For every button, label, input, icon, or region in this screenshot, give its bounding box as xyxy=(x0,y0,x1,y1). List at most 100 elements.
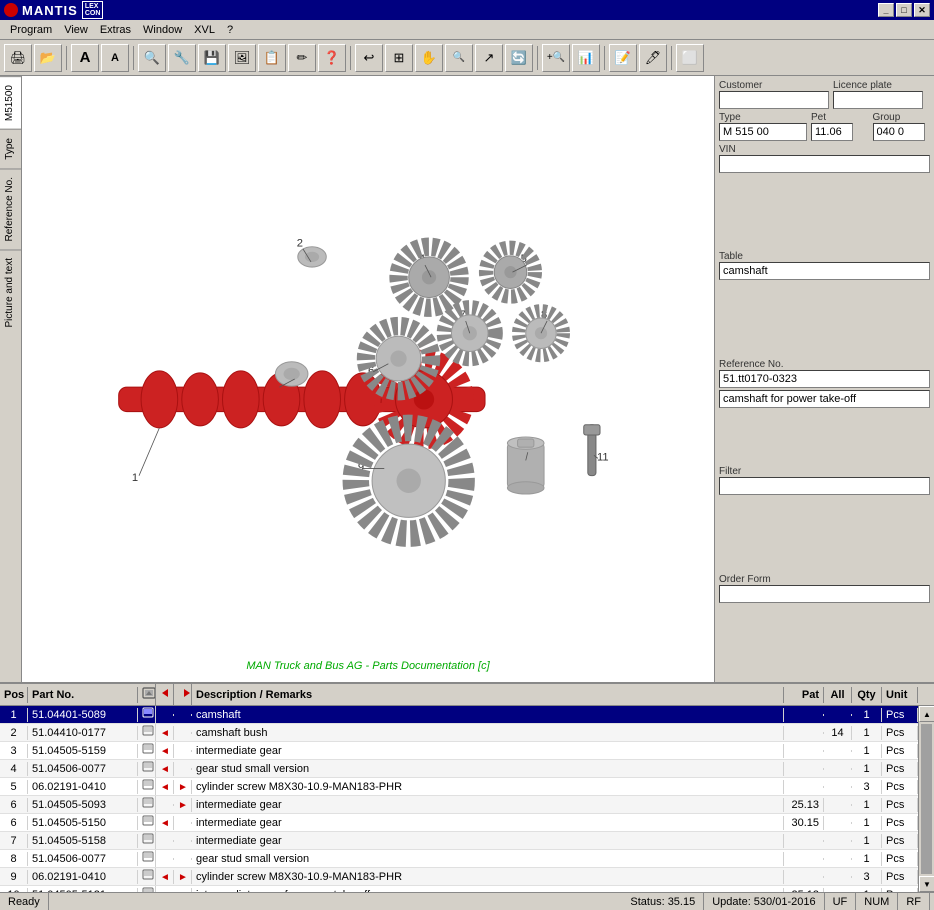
table-row[interactable]: 9 06.02191-0410 ◄ ► cylinder screw M8X30… xyxy=(0,868,918,886)
td-unit: Pcs xyxy=(882,726,918,740)
close-button[interactable]: ✕ xyxy=(914,3,930,17)
toolbar-zoom-in[interactable]: +🔍 xyxy=(542,44,570,72)
toolbar-clipboard[interactable]: 📋 xyxy=(258,44,286,72)
app-title: MANTIS xyxy=(22,3,78,18)
tab-picture-text[interactable]: Picture and text xyxy=(0,249,21,335)
toolbar-sep-1 xyxy=(66,46,67,70)
td-qty: 3 xyxy=(852,870,882,884)
menu-extras[interactable]: Extras xyxy=(94,22,137,38)
td-pat: 30.15 xyxy=(784,816,824,830)
td-desc: intermediate gear xyxy=(192,744,784,758)
toolbar-grid[interactable]: ⊞ xyxy=(385,44,413,72)
toolbar-3d[interactable]: ⬜ xyxy=(676,44,704,72)
td-img1 xyxy=(138,706,156,723)
table-row[interactable]: 10 51.04505-5121 ► intermediate gear for… xyxy=(0,886,918,892)
toolbar-pan[interactable]: ✋ xyxy=(415,44,443,72)
table-input[interactable] xyxy=(719,262,930,280)
minimize-button[interactable]: _ xyxy=(878,3,894,17)
toolbar-help[interactable]: ❓ xyxy=(318,44,346,72)
toolbar-print[interactable]: 🖨 xyxy=(4,44,32,72)
toolbar-search[interactable]: 🔍 xyxy=(138,44,166,72)
toolbar-pen[interactable]: 🖊 xyxy=(639,44,667,72)
td-unit: Pcs xyxy=(882,762,918,776)
td-img2: ◄ xyxy=(156,816,174,830)
table-row[interactable]: 1 51.04401-5089 camshaft 1 Pcs xyxy=(0,706,918,724)
td-qty: 1 xyxy=(852,726,882,740)
orderform-input[interactable] xyxy=(719,585,930,603)
toolbar-zoom-area[interactable]: 🔍 xyxy=(445,44,473,72)
th-img3 xyxy=(174,684,192,705)
toolbar-chart[interactable]: 📊 xyxy=(572,44,600,72)
refno-desc-input[interactable] xyxy=(719,390,930,408)
toolbar-note[interactable]: 📝 xyxy=(609,44,637,72)
toolbar-sep-6 xyxy=(671,46,672,70)
td-all xyxy=(824,786,852,788)
td-img2: ◄ xyxy=(156,762,174,776)
menu-program[interactable]: Program xyxy=(4,22,58,38)
toolbar-open[interactable]: 📂 xyxy=(34,44,62,72)
tab-type[interactable]: Type xyxy=(0,129,21,168)
toolbar-arrow[interactable]: ↗ xyxy=(475,44,503,72)
scroll-thumb[interactable] xyxy=(921,724,932,874)
td-unit: Pcs xyxy=(882,870,918,884)
tab-m51500[interactable]: M51500 xyxy=(0,76,21,129)
toolbar-save[interactable]: 💾 xyxy=(198,44,226,72)
table-group: Table xyxy=(719,251,930,355)
td-pat xyxy=(784,786,824,788)
toolbar-rotate[interactable]: 🔄 xyxy=(505,44,533,72)
table-row[interactable]: 2 51.04410-0177 ◄ camshaft bush 14 1 Pcs xyxy=(0,724,918,742)
toolbar-sep-5 xyxy=(604,46,605,70)
group-input[interactable] xyxy=(873,123,925,141)
type-input[interactable] xyxy=(719,123,807,141)
table-label: Table xyxy=(719,251,930,262)
toolbar-text-small[interactable]: A xyxy=(101,44,129,72)
td-img3 xyxy=(174,768,192,770)
svg-text:1: 1 xyxy=(132,472,138,484)
toolbar-tool[interactable]: 🔧 xyxy=(168,44,196,72)
toolbar-text-large[interactable]: A xyxy=(71,44,99,72)
menu-view[interactable]: View xyxy=(58,22,94,38)
table-row[interactable]: 7 51.04505-5158 intermediate gear 1 Pcs xyxy=(0,832,918,850)
menu-help[interactable]: ? xyxy=(221,22,239,38)
td-desc: gear stud small version xyxy=(192,852,784,866)
maximize-button[interactable]: □ xyxy=(896,3,912,17)
vin-input[interactable] xyxy=(719,155,930,173)
toolbar-image[interactable]: 🖼 xyxy=(228,44,256,72)
scrollbar[interactable]: ▲ ▼ xyxy=(918,706,934,892)
table-body[interactable]: 1 51.04401-5089 camshaft 1 Pcs 2 51.0441… xyxy=(0,706,918,892)
refno-input[interactable] xyxy=(719,370,930,388)
td-unit: Pcs xyxy=(882,798,918,812)
scroll-down-button[interactable]: ▼ xyxy=(919,876,934,892)
td-pat xyxy=(784,732,824,734)
td-pos: 4 xyxy=(0,762,28,776)
licence-label: Licence plate xyxy=(833,80,930,91)
customer-input[interactable] xyxy=(719,91,829,109)
licence-input[interactable] xyxy=(833,91,923,109)
status-info: Status: 35.15 xyxy=(622,893,704,910)
table-row[interactable]: 3 51.04505-5159 ◄ intermediate gear 1 Pc… xyxy=(0,742,918,760)
toolbar-back[interactable]: ↩ xyxy=(355,44,383,72)
th-part: Part No. xyxy=(28,687,138,703)
table-row[interactable]: 5 06.02191-0410 ◄ ► cylinder screw M8X30… xyxy=(0,778,918,796)
tab-reference-no[interactable]: Reference No. xyxy=(0,168,21,249)
td-part: 51.04505-5159 xyxy=(28,744,138,758)
td-all xyxy=(824,858,852,860)
table-row[interactable]: 8 51.04506-0077 gear stud small version … xyxy=(0,850,918,868)
table-row[interactable]: 6 51.04505-5093 ► intermediate gear 25.1… xyxy=(0,796,918,814)
toolbar-sep-2 xyxy=(133,46,134,70)
td-desc: camshaft xyxy=(192,708,784,722)
scroll-up-button[interactable]: ▲ xyxy=(919,706,934,722)
table-row[interactable]: 6 51.04505-5150 ◄ intermediate gear 30.1… xyxy=(0,814,918,832)
pet-input[interactable] xyxy=(811,123,853,141)
td-img3: ► xyxy=(174,798,192,812)
table-row[interactable]: 4 51.04506-0077 ◄ gear stud small versio… xyxy=(0,760,918,778)
menu-window[interactable]: Window xyxy=(137,22,188,38)
filter-input[interactable] xyxy=(719,477,930,495)
toolbar-edit[interactable]: ✏ xyxy=(288,44,316,72)
td-img1 xyxy=(138,868,156,885)
td-pos: 10 xyxy=(0,888,28,893)
td-qty: 1 xyxy=(852,798,882,812)
td-img3 xyxy=(174,732,192,734)
menu-xvl[interactable]: XVL xyxy=(188,22,221,38)
th-pat: Pat xyxy=(784,687,824,703)
